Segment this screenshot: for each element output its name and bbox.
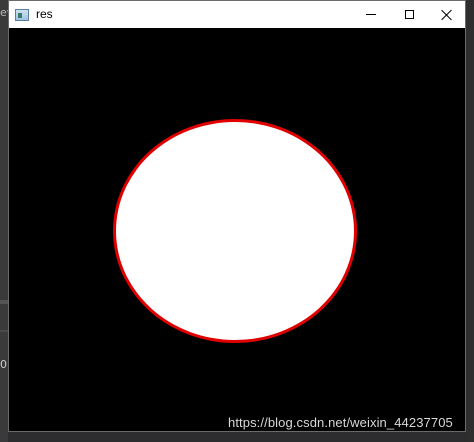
maximize-icon	[404, 10, 414, 19]
background-divider	[0, 300, 8, 304]
image-window: res	[8, 0, 466, 432]
minimize-icon	[366, 14, 376, 15]
close-icon	[441, 9, 453, 21]
background-text: 0	[0, 358, 7, 371]
window-title: res	[36, 7, 53, 21]
app-icon[interactable]	[15, 8, 29, 21]
maximize-button[interactable]	[390, 1, 428, 28]
background-divider	[0, 330, 8, 332]
title-bar[interactable]: res	[9, 1, 465, 28]
background-window-edge	[466, 0, 474, 442]
background-text: ev	[0, 6, 8, 19]
desktop: ev 0 res https://blog.csdn.net/weixin_44…	[0, 0, 474, 442]
white-ellipse	[113, 119, 357, 343]
image-canvas	[9, 28, 465, 431]
background-window-edge: ev 0	[0, 0, 8, 442]
watermark-text: https://blog.csdn.net/weixin_44237705	[228, 415, 453, 430]
minimize-button[interactable]	[352, 1, 390, 28]
close-button[interactable]	[428, 1, 466, 28]
